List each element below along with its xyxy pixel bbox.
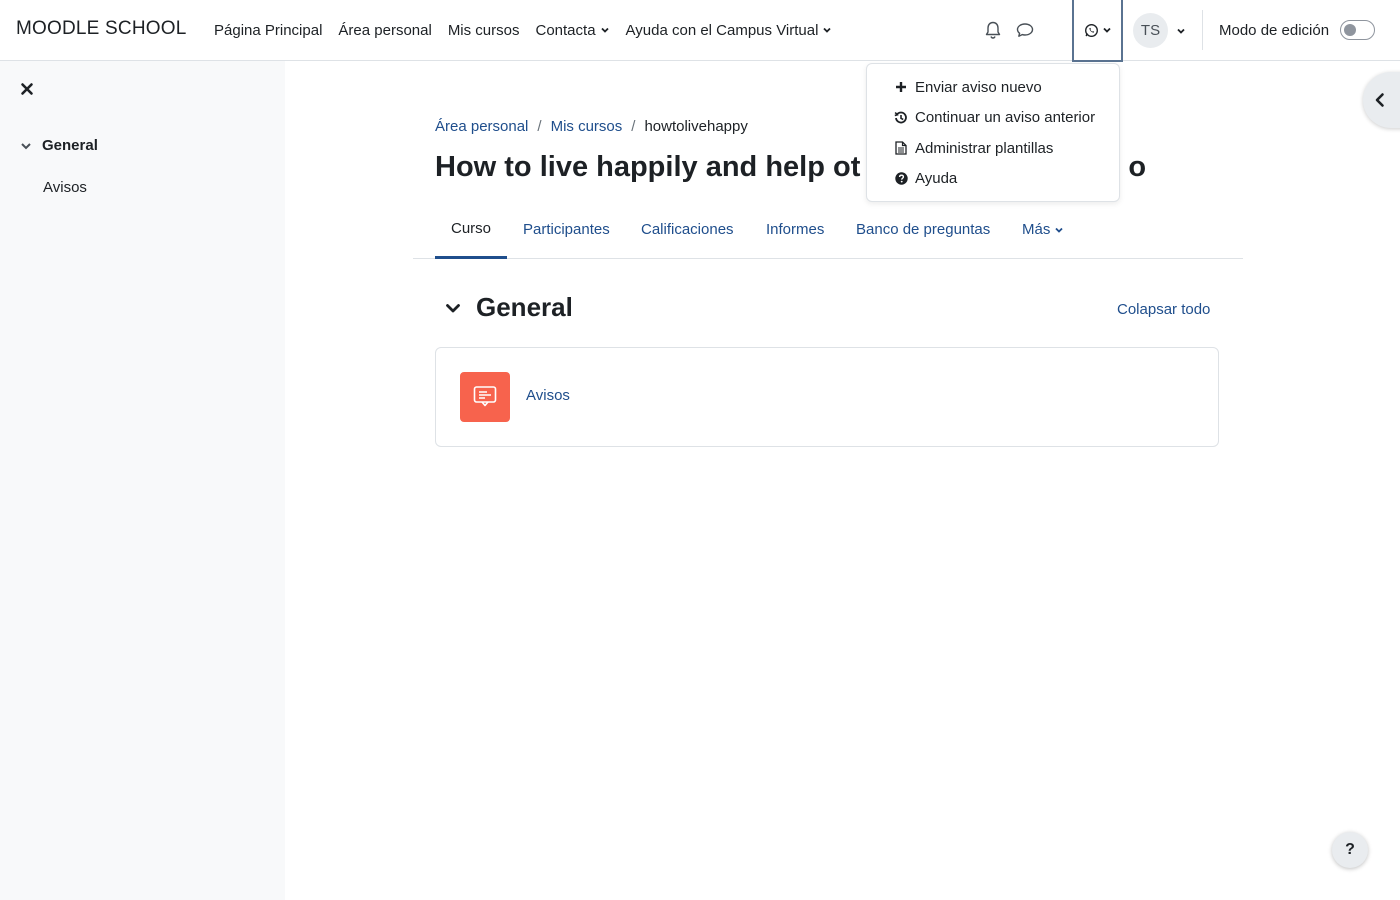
tab-participants[interactable]: Participantes [523, 200, 610, 259]
tab-label: Participantes [523, 221, 610, 238]
chevron-down-icon [21, 142, 31, 149]
drawer-section-general[interactable]: General [20, 137, 98, 154]
forum-icon [460, 372, 510, 422]
whatsapp-dropdown-menu: Enviar aviso nuevo Continuar un aviso an… [866, 63, 1120, 202]
tab-label: Curso [450, 219, 491, 237]
edit-mode-control: Modo de edición [1219, 20, 1376, 40]
breadcrumb: Área personal / Mis cursos / howtoliveha… [435, 118, 748, 135]
chevron-down-icon [600, 27, 609, 33]
nav-label: Mis cursos [447, 21, 520, 39]
primary-navigation: Página Principal Área personal Mis curso… [206, 0, 840, 60]
messages-chat-icon[interactable] [1015, 20, 1035, 40]
chevron-down-icon [1102, 27, 1111, 33]
help-button[interactable]: ? [1332, 832, 1368, 868]
secondary-navigation: Curso Participantes Calificaciones Infor… [413, 200, 1243, 259]
breadcrumb-separator: / [537, 118, 542, 135]
breadcrumb-separator: / [631, 118, 636, 135]
tab-label: Más [1022, 221, 1051, 238]
navbar-divider [1202, 10, 1203, 50]
menu-item-label: Enviar aviso nuevo [915, 78, 1042, 96]
tab-course[interactable]: Curso [435, 200, 507, 259]
close-icon[interactable] [19, 81, 35, 97]
nav-item-campus-help[interactable]: Ayuda con el Campus Virtual [618, 22, 841, 39]
chevron-down-icon [1055, 227, 1063, 233]
activity-name-avisos[interactable]: Avisos [526, 387, 570, 404]
nav-item-dashboard[interactable]: Área personal [330, 22, 439, 39]
menu-item-label: Continuar un aviso anterior [915, 109, 1096, 127]
top-navbar: MOODLE SCHOOL Página Principal Área pers… [0, 0, 1400, 62]
site-brand[interactable]: MOODLE SCHOOL [16, 18, 186, 40]
tab-question-bank[interactable]: Banco de preguntas [856, 200, 990, 259]
section-toggle-general[interactable]: General [444, 292, 573, 323]
nav-label: Área personal [338, 21, 432, 39]
drawer-section-label: General [42, 137, 98, 154]
menu-item-label: Administrar plantillas [915, 139, 1054, 157]
menu-item-label: Ayuda [915, 170, 958, 188]
plus-icon [894, 80, 908, 94]
breadcrumb-dashboard[interactable]: Área personal [435, 118, 528, 135]
tab-grades[interactable]: Calificaciones [641, 200, 734, 259]
nav-item-my-courses[interactable]: Mis cursos [440, 22, 528, 39]
breadcrumb-my-courses[interactable]: Mis cursos [551, 118, 623, 135]
chevron-down-icon [1177, 28, 1185, 34]
user-menu-toggle[interactable]: TS [1133, 13, 1186, 48]
history-icon [894, 111, 908, 125]
nav-label: Contacta [535, 21, 596, 39]
activity-item: Avisos [435, 347, 1219, 447]
drawer-item-avisos[interactable]: Avisos [43, 179, 87, 196]
page-title-visible-start: How to live happily and help ot [435, 151, 861, 183]
chevron-left-icon [1375, 93, 1384, 107]
chevron-down-icon [446, 303, 460, 312]
collapse-all-link[interactable]: Colapsar todo [1117, 301, 1210, 318]
page-title-visible-end: o [1128, 151, 1147, 183]
whatsapp-icon [1084, 23, 1098, 37]
section-title: General [476, 292, 573, 322]
question-circle-icon [894, 172, 908, 186]
menu-item-new-notice[interactable]: Enviar aviso nuevo [867, 72, 1119, 103]
breadcrumb-current-course: howtolivehappy [644, 118, 748, 135]
menu-item-continue-notice[interactable]: Continuar un aviso anterior [867, 103, 1119, 134]
tab-more[interactable]: Más [1022, 200, 1064, 259]
nav-label: Página Principal [214, 21, 323, 39]
avatar: TS [1133, 13, 1168, 48]
notifications-bell-icon[interactable] [983, 20, 1003, 40]
edit-mode-label: Modo de edición [1219, 21, 1330, 39]
menu-item-manage-templates[interactable]: Administrar plantillas [867, 133, 1119, 164]
file-icon [894, 141, 908, 155]
edit-mode-switch[interactable] [1340, 20, 1376, 40]
nav-label: Ayuda con el Campus Virtual [625, 21, 819, 39]
nav-item-contact[interactable]: Contacta [528, 22, 618, 39]
course-index-drawer: General Avisos [0, 61, 285, 900]
tab-reports[interactable]: Informes [766, 200, 824, 259]
tab-label: Banco de preguntas [856, 221, 991, 238]
tab-label: Calificaciones [641, 221, 734, 238]
nav-item-home[interactable]: Página Principal [206, 22, 330, 39]
chevron-down-icon [823, 27, 832, 33]
tab-label: Informes [766, 221, 825, 238]
menu-item-help[interactable]: Ayuda [867, 164, 1119, 195]
block-drawer-toggle[interactable] [1363, 72, 1400, 128]
whatsapp-menu-toggle[interactable] [1072, 0, 1123, 62]
